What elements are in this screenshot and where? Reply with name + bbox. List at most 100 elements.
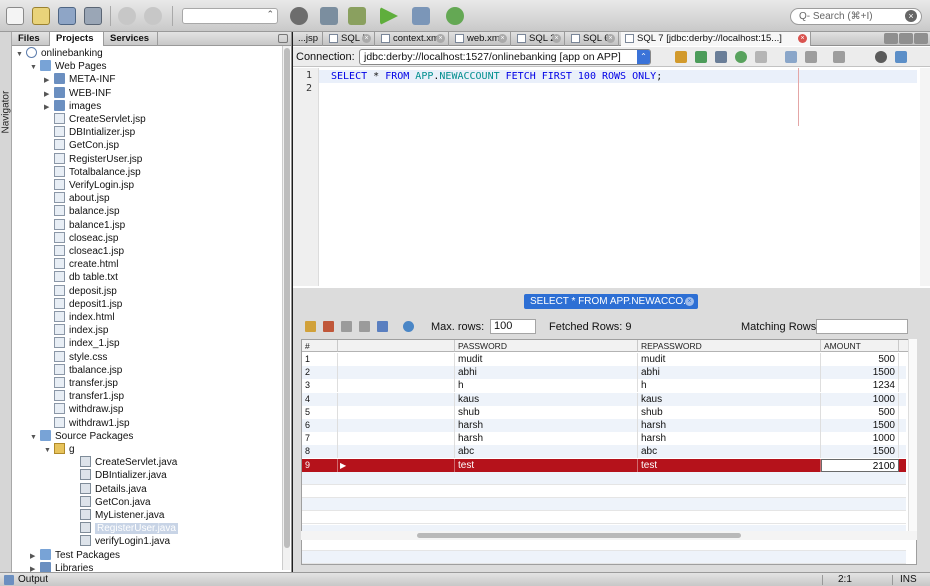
tree-item[interactable]: index_1.jsp [44,337,120,350]
build-hammer-icon[interactable] [320,7,338,25]
globe-icon[interactable] [290,7,308,25]
result-tab[interactable]: SELECT * FROM APP.NEWACCO... × [524,294,698,309]
tree-item[interactable]: closeac1.jsp [44,245,124,258]
tree-item[interactable]: closeac.jsp [44,231,118,245]
password-cell[interactable]: shub [455,405,638,419]
editor-tab[interactable]: context.xml × [377,32,449,46]
amount-cell[interactable]: 1500 [821,445,899,459]
tree-item[interactable]: create.html [44,258,118,271]
tree-item[interactable]: ▼ g [44,443,75,456]
tree-item[interactable]: DBIntializer.java [70,469,167,482]
amount-cell[interactable]: 1000 [821,432,899,446]
scrollbar-thumb[interactable] [417,533,741,538]
tree-item[interactable]: verifyLogin1.java [70,535,170,548]
table-row[interactable]: 8 abc abc 1500 [302,445,906,459]
tree-item[interactable]: ▶ images [44,99,101,114]
expand-down-icon[interactable]: ▼ [30,61,40,74]
tree-item[interactable]: tbalance.jsp [44,363,122,377]
repassword-cell[interactable]: test [638,458,821,472]
collapse-right-icon[interactable]: ▶ [30,563,40,572]
scroll-tabs-left-icon[interactable] [884,33,898,44]
collapse-right-icon[interactable]: ▶ [44,101,54,114]
tree-item[interactable]: style.css [44,350,107,364]
password-cell[interactable]: harsh [455,419,638,432]
password-cell[interactable]: kaus [455,392,638,406]
editor-tab[interactable]: ...jsp [295,32,323,46]
amount-column-header[interactable]: AMOUNT [821,340,899,352]
tree-item[interactable]: CreateServlet.java [70,456,177,469]
tree-item[interactable]: Details.java [70,482,147,496]
table-row[interactable]: 6 harsh harsh 1500 [302,419,906,432]
close-tab-icon[interactable]: × [436,34,445,43]
collapse-right-icon[interactable]: ▶ [44,88,54,101]
configuration-select[interactable]: ⌃ [182,8,278,24]
table-row[interactable]: 2 abhi abhi 1500 [302,366,906,380]
clear-search-icon[interactable]: × [905,10,917,22]
repassword-cell[interactable]: mudit [638,353,821,366]
expand-down-icon[interactable]: ▼ [30,431,40,444]
sql-code-area[interactable]: 1 2 SELECT * FROM APP.NEWACCOUNT FETCH F… [293,68,930,286]
close-tab-icon[interactable]: × [552,34,561,43]
table-row[interactable]: 9 ▶ test test 2100 [302,458,906,472]
output-window-icon[interactable] [4,575,14,585]
tree-item[interactable]: Totalbalance.jsp [44,165,141,179]
amount-cell[interactable]: 500 [821,405,899,419]
amount-cell[interactable]: 1500 [821,366,899,380]
tree-item[interactable]: transfer.jsp [44,377,118,390]
tab-files[interactable]: Files [12,32,50,46]
redo-icon[interactable] [144,7,162,25]
run-icon[interactable] [380,7,398,25]
tree-item[interactable]: withdraw1.jsp [44,416,130,430]
collapse-right-icon[interactable]: ▶ [30,550,40,563]
tree-item[interactable]: ▶ META-INF [44,73,115,86]
tree-item[interactable]: ▶ Libraries [30,561,93,572]
repassword-cell[interactable]: abc [638,445,821,459]
close-tab-icon[interactable]: × [498,34,507,43]
amount-cell[interactable]: 1234 [821,379,899,393]
repassword-cell[interactable]: shub [638,405,821,419]
amount-cell[interactable]: 1000 [821,392,899,406]
repassword-column-header[interactable]: REPASSWORD [638,340,821,352]
debug-icon[interactable] [412,7,430,25]
run-sql-icon[interactable] [675,51,687,63]
tree-item[interactable]: withdraw.jsp [44,403,123,416]
connection-select[interactable]: jdbc:derby://localhost:1527/onlinebankin… [359,49,651,65]
collapse-right-icon[interactable]: ▶ [44,74,54,87]
scrollbar-thumb[interactable] [284,48,290,548]
tree-item[interactable]: VerifyLogin.jsp [44,179,134,192]
open-project-icon[interactable] [58,7,76,25]
minimize-panel-icon[interactable] [278,34,288,43]
tree-item[interactable]: balance1.jsp [44,218,125,232]
run-statement-icon[interactable] [695,51,707,63]
repassword-cell[interactable]: kaus [638,392,821,406]
tab-services[interactable]: Services [104,32,158,46]
tree-item[interactable]: index.jsp [44,324,108,337]
output-tab[interactable]: Output [18,574,48,585]
show-opened-documents-icon[interactable] [914,33,928,44]
tree-item[interactable]: GetCon.java [70,495,151,509]
tree-item[interactable]: deposit.jsp [44,284,117,298]
tree-item[interactable]: MyListener.java [70,509,164,522]
select-in-projects-icon[interactable] [715,51,727,63]
repassword-cell[interactable]: harsh [638,432,821,446]
repassword-cell[interactable]: abhi [638,366,821,380]
navigator-strip[interactable]: Navigator [0,32,12,572]
new-project-icon[interactable] [32,7,50,25]
expand-down-icon[interactable]: ▼ [44,444,54,457]
save-all-icon[interactable] [84,7,102,25]
password-cell[interactable]: abc [455,445,638,459]
amount-cell[interactable]: 2100 [821,458,899,472]
repassword-cell[interactable]: harsh [638,419,821,432]
tree-item[interactable]: RegisterUser.java [70,522,178,535]
password-cell[interactable]: harsh [455,432,638,446]
tree-item[interactable]: ▶ Test Packages [30,548,120,563]
sql-history-icon[interactable] [735,51,747,63]
navigator-label[interactable]: Navigator [1,66,12,134]
editor-tab[interactable]: web.xml × [451,32,511,46]
tree-item[interactable]: ▼ Source Packages [30,429,133,444]
results-vertical-scrollbar[interactable] [908,339,917,531]
editor-tab[interactable]: SQL 5 × [325,32,375,46]
cancel-edits-icon[interactable] [359,321,370,332]
tree-item[interactable]: index.html [44,311,115,324]
clean-build-icon[interactable] [348,7,366,25]
